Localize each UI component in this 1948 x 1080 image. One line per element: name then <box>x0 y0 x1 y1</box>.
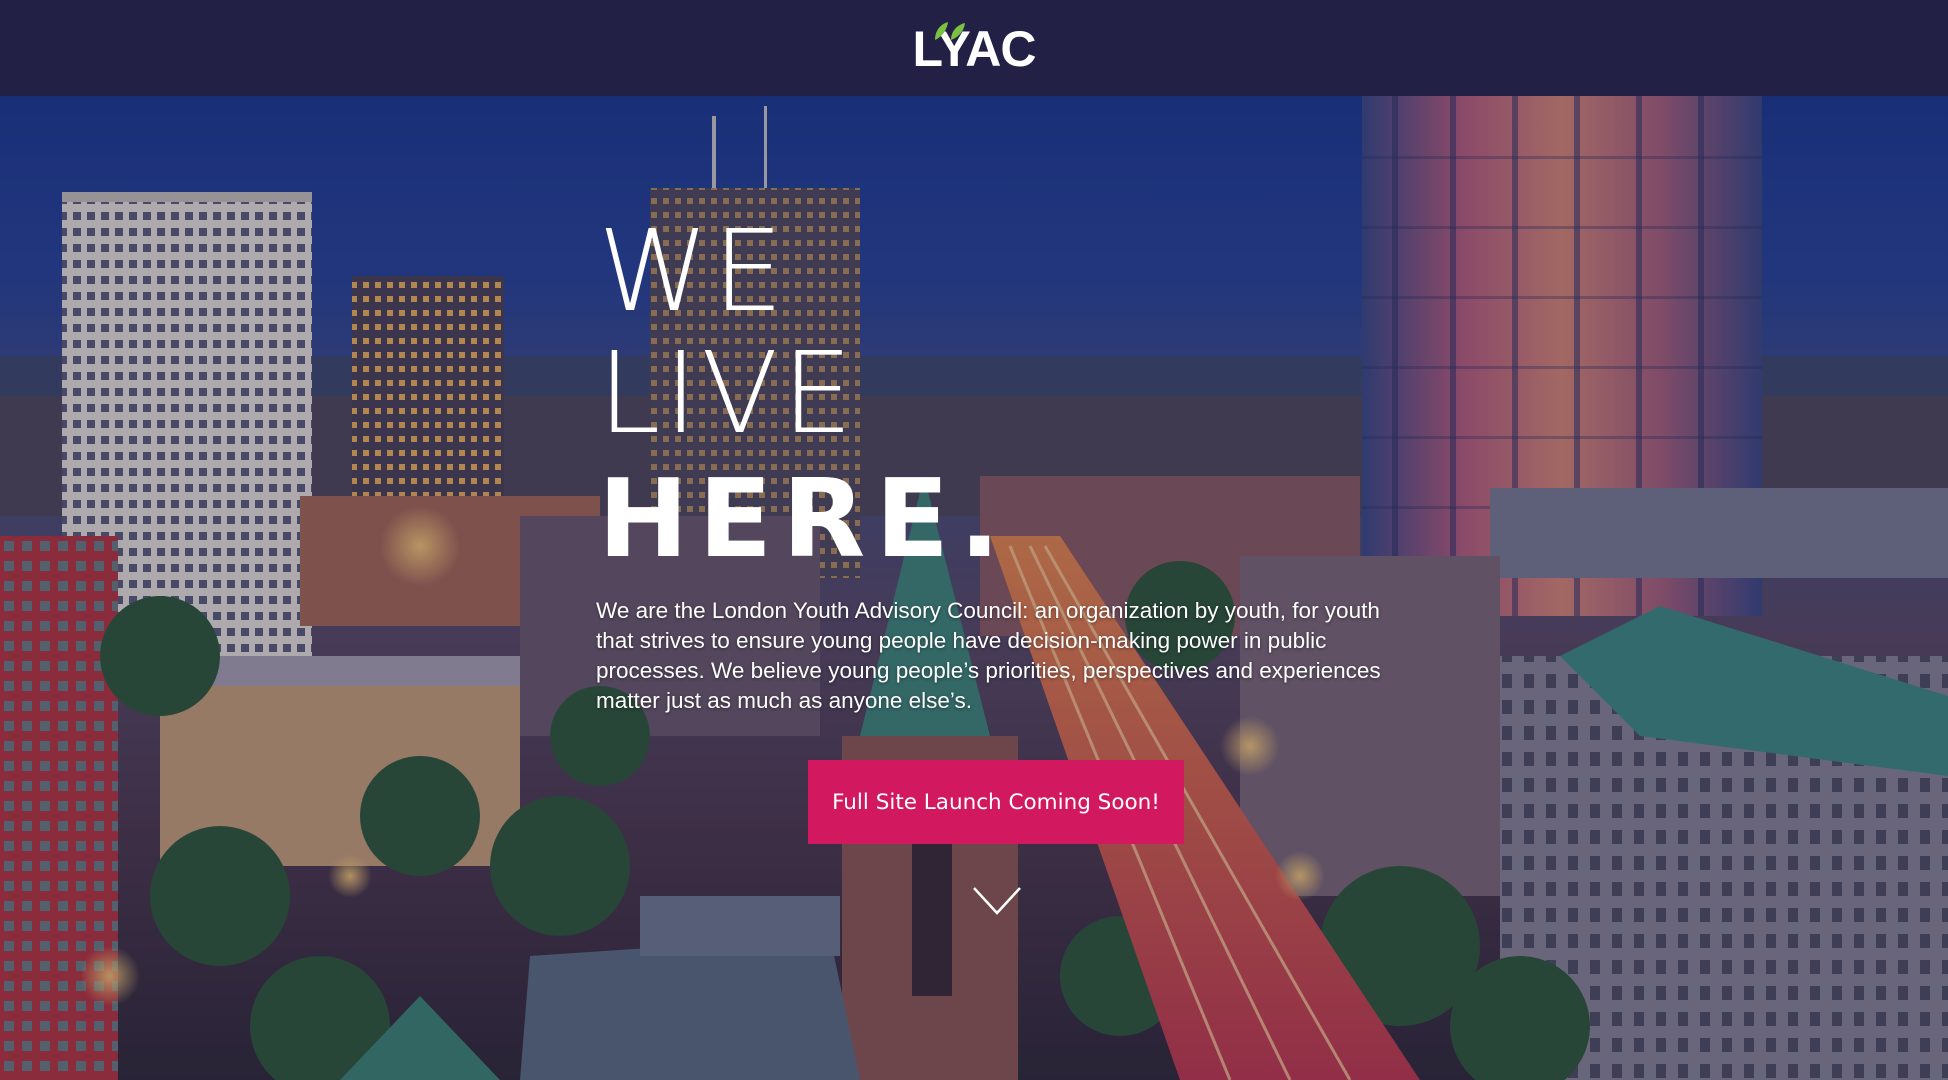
headline-line-3: HERE. <box>598 457 1011 582</box>
hero-intro-text: We are the London Youth Advisory Council… <box>596 598 1381 713</box>
top-nav-bar: LYAC <box>0 0 1948 96</box>
headline-line-2: LIVE <box>598 329 857 459</box>
hero-headline: WE LIVE HERE. <box>598 216 1010 574</box>
hero-section: WE LIVE HERE. We are the London Youth Ad… <box>0 96 1948 1080</box>
chevron-down-icon[interactable] <box>972 886 1022 916</box>
lyac-logo[interactable]: LYAC <box>913 22 1036 74</box>
headline-line-1: WE <box>598 207 788 337</box>
leaf-icon <box>934 22 965 40</box>
launch-coming-soon-button[interactable]: Full Site Launch Coming Soon! <box>808 760 1184 844</box>
